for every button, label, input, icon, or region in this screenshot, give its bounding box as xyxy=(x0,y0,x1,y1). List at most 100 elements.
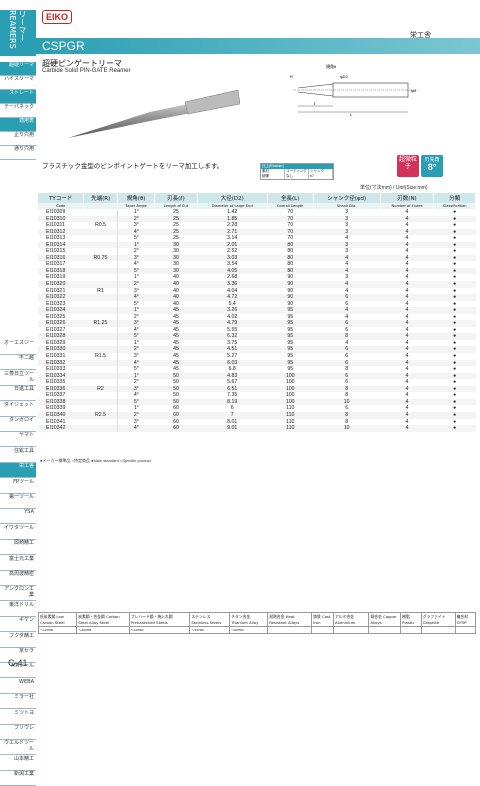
column-header: 分類 xyxy=(433,193,476,203)
sidebar-item[interactable]: 適用表 xyxy=(0,118,36,132)
sidebar-item[interactable]: 栄工舎 xyxy=(0,463,36,479)
dimension-drawing: 規角θ R φD2 φd ℓ L xyxy=(290,63,418,117)
material-cell: 複合材 CFRP xyxy=(454,612,477,627)
material-grade-cell xyxy=(267,626,313,634)
legend: ●メーカー標準品 ○特定商品 ●Main standard ○Specific … xyxy=(40,458,151,463)
micrograin-badge: 超微粒子 xyxy=(397,155,419,177)
product-description: プラスチック金型のピンポイントゲートをリーマ加工します。 xyxy=(42,162,224,170)
material-cell: ステンレス Stainless Steels xyxy=(189,612,231,627)
sidebar: リーマー REAMERS 超硬リーマ ハイスリーマ ストレート テーパネック 適用表 止り… xyxy=(0,0,36,786)
tip-angle-value: 8° xyxy=(427,162,437,172)
table-row: EI10342 4° 60 9.01 110 10 4 xyxy=(38,425,476,432)
sidebar-item[interactable]: フクダ精工 xyxy=(0,633,36,648)
column-header: TYコード xyxy=(38,193,85,203)
tip-angle-badge: 刃先角 8° xyxy=(421,155,443,177)
material-grade-cell xyxy=(400,626,422,634)
sidebar-category-title: リーマー REAMERS xyxy=(0,10,36,56)
sidebar-item[interactable]: ギケン xyxy=(0,617,36,633)
table-cell: 9.01 xyxy=(197,425,268,432)
spec-table: TYコード 先端(R) 規角(θ) 刃長(ℓ) 大径(D2) 全長(L) シャンク径(φd)… xyxy=(38,193,476,432)
sidebar-item[interactable]: テーパネック xyxy=(0,104,36,118)
material-cell: グラファイト Graphite xyxy=(420,612,456,627)
sidebar-item[interactable]: 高周波精密 xyxy=(0,571,36,586)
sidebar-item[interactable]: FPツール xyxy=(0,479,36,494)
sidebar-item[interactable]: 山本精工 xyxy=(0,756,36,771)
sidebar-item[interactable]: 新潟工業 xyxy=(0,771,36,786)
sidebar-item[interactable]: 日進工具 xyxy=(0,386,36,402)
sidebar-item[interactable]: YSA xyxy=(0,509,36,525)
classification-dot-icon xyxy=(433,425,476,432)
material-grade-cell: 〜400HB xyxy=(76,626,130,634)
material-cell: 樹脂 Plastic xyxy=(400,612,422,627)
unit-note: 単位(寸法mm) / Unit(Size:mm) xyxy=(360,185,428,191)
lc-label: ℓ xyxy=(314,101,316,106)
sidebar-item[interactable]: ヤマト xyxy=(0,432,36,448)
material-cell: 炭素鋼・合金鋼 Carbon Steel Alloy Steel xyxy=(76,612,130,627)
sidebar-item[interactable]: アンクロン工業 xyxy=(0,586,36,602)
sidebar-item[interactable]: 通り穴用 xyxy=(0,146,36,160)
sidebar-item[interactable]: 三菱日立ツール xyxy=(0,371,36,386)
r-label: R xyxy=(290,74,293,79)
table-cell: 4 xyxy=(380,425,434,432)
reamer-image xyxy=(68,89,240,138)
column-header: 全長(L) xyxy=(267,193,314,203)
brand-logo: EIKO xyxy=(42,10,72,24)
coating-spec: 仕上(Reamer) 素材 コーティング シャンク 超硬 なし h7 xyxy=(260,163,334,180)
material-grade-cell xyxy=(311,626,334,634)
table-cell: EI10342 xyxy=(38,425,84,432)
angle-label: 規角θ xyxy=(326,63,337,69)
sidebar-item[interactable]: ブリウレ xyxy=(0,725,36,740)
material-grade-cell xyxy=(454,626,477,634)
sidebar-item[interactable]: 超硬リーマ xyxy=(0,62,36,76)
page-number: C-41 xyxy=(8,658,28,668)
material-grade-cell xyxy=(332,626,370,634)
material-grade-cell: 〜120HB xyxy=(37,626,78,634)
materials-table: 低炭素鋼 Low Carbon Steel 炭素鋼・合金鋼 Carbon Stee… xyxy=(37,612,477,634)
product-title-en: Carbide Solid PIN-GATE Reamer xyxy=(42,68,131,74)
series-title-bar: CSPGR xyxy=(36,38,480,54)
d-label: φd xyxy=(411,88,416,93)
material-cell: 耐熱合金 Heat Resistant Alloys xyxy=(267,612,313,627)
sidebar-item[interactable]: 止り穴用 xyxy=(0,132,36,146)
sidebar-item[interactable]: 富士元工業 xyxy=(0,556,36,571)
material-grade-cell: 〜60HRC xyxy=(229,626,269,634)
sidebar-item[interactable]: 東洋ドリル xyxy=(0,602,36,617)
material-grade-cell: 〜50HRC xyxy=(189,626,231,634)
sidebar-item[interactable]: オーエスジー xyxy=(0,340,36,355)
material-grade-cell: 〜40HRC xyxy=(128,626,191,634)
table-cell xyxy=(83,425,119,432)
table-cell: 10 xyxy=(313,425,381,432)
sidebar-item[interactable]: 不二越 xyxy=(0,355,36,371)
material-grade-cell xyxy=(368,626,402,634)
sidebar-item[interactable]: イワタツール xyxy=(0,525,36,540)
material-cell: アルミ合金 Aluminium xyxy=(332,612,370,627)
material-cell: 低炭素鋼 Low Carbon Steel xyxy=(37,612,78,627)
sidebar-item[interactable]: ミラー社 xyxy=(0,694,36,710)
column-header: 大径(D2) xyxy=(197,193,268,203)
coating-val: なし xyxy=(285,174,309,179)
sidebar-item[interactable]: タンガロイ xyxy=(0,417,36,432)
column-header: 先端(R) xyxy=(83,193,119,203)
material-cell: チタン合金 Titanium Alloy xyxy=(229,612,269,627)
sidebar-item[interactable]: ミツトヨ xyxy=(0,710,36,725)
l-label: L xyxy=(350,112,353,117)
sidebar-item[interactable]: ストレート xyxy=(0,90,36,104)
column-header: 規角(θ) xyxy=(117,193,156,203)
material-cell: 銅合金 Copper Alloys xyxy=(368,612,402,627)
material-cell: プレハード鋼・焼入れ鋼 Prehardened Steels xyxy=(128,612,191,627)
material-cell: 鋳鉄 Cast Iron xyxy=(311,612,334,627)
d2-label: φD2 xyxy=(340,74,348,79)
sidebar-item[interactable]: ウエルドツール xyxy=(0,740,36,756)
coating-val: 超硬 xyxy=(261,174,285,179)
sidebar-item[interactable]: WEBA xyxy=(0,679,36,694)
sidebar-item[interactable]: ハイスリーマ xyxy=(0,76,36,90)
sidebar-item[interactable]: 第一ツール xyxy=(0,494,36,509)
sidebar-item[interactable]: 岡崎精工 xyxy=(0,540,36,556)
table-cell: 110 xyxy=(267,425,314,432)
table-cell: 60 xyxy=(154,425,198,432)
series-code: CSPGR xyxy=(42,39,85,53)
column-header: 刃長(ℓ) xyxy=(154,193,198,203)
column-header: 刃数(N) xyxy=(380,193,435,203)
sidebar-item[interactable]: 住鉱工具 xyxy=(0,448,36,463)
sidebar-item[interactable]: ダイジェット xyxy=(0,402,36,417)
